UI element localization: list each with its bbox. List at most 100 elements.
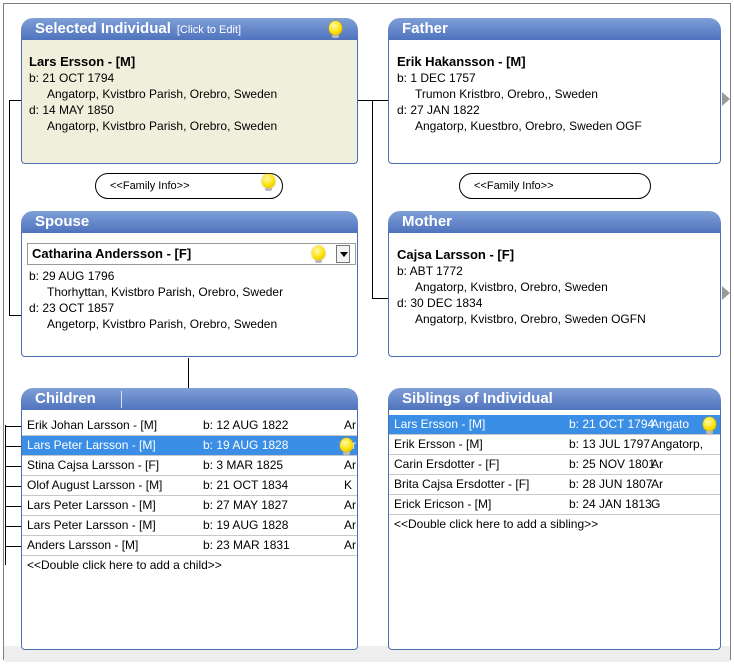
connector-line xyxy=(358,100,388,101)
connector-line xyxy=(5,526,21,527)
row-name: Stina Cajsa Larsson - [F] xyxy=(27,458,160,472)
mother-birth-place: Angatorp, Kvistbro, Orebro, Sweden xyxy=(415,280,608,294)
selected-death-place: Angatorp, Kvistbro Parish, Orebro, Swede… xyxy=(47,119,278,133)
child-row[interactable]: Stina Cajsa Larsson - [F] b: 3 MAR 1825 Ar xyxy=(22,456,357,475)
mother-name: Cajsa Larsson - [F] xyxy=(397,247,515,262)
children-list[interactable]: Erik Johan Larsson - [M] b: 12 AUG 1822 Ar… xyxy=(22,416,357,606)
sibling-row[interactable]: Erick Ericson - [M] b: 24 JAN 1813 G xyxy=(389,495,720,514)
sibling-row[interactable]: Erik Ersson - [M] b: 13 JUL 1797 Angatorp, xyxy=(389,435,720,454)
row-place: Ar xyxy=(344,498,356,512)
row-place: G xyxy=(651,497,661,511)
connector-line xyxy=(9,315,21,316)
row-name: Anders Larsson - [M] xyxy=(27,538,139,552)
row-name: Erik Johan Larsson - [M] xyxy=(27,418,158,432)
row-place: Angato xyxy=(651,417,690,431)
row-birth: b: 25 NOV 1801 xyxy=(569,457,656,471)
spouse-selector[interactable]: Catharina Andersson - [F] xyxy=(27,243,356,265)
lightbulb-icon[interactable] xyxy=(329,21,342,38)
lightbulb-icon[interactable] xyxy=(312,246,325,263)
connector-line xyxy=(5,466,21,467)
click-to-edit-link[interactable]: [Click to Edit] xyxy=(177,24,241,36)
connector-line xyxy=(5,446,21,447)
row-name: Lars Peter Larsson - [M] xyxy=(27,498,156,512)
selected-individual-header[interactable]: Selected Individual [Click to Edit] xyxy=(21,18,358,40)
add-child-row[interactable]: <<Double click here to add a child>> xyxy=(22,556,357,575)
connector-line xyxy=(9,100,10,315)
spouse-panel[interactable]: Spouse Catharina Andersson - [F] b: 29 A… xyxy=(21,211,358,357)
connector-line xyxy=(9,100,21,101)
mother-birth: b: ABT 1772 xyxy=(397,264,463,278)
row-place: Ar xyxy=(344,418,356,432)
row-name: Olof August Larsson - [M] xyxy=(27,478,163,492)
mother-panel[interactable]: Mother Cajsa Larsson - [F] b: ABT 1772 A… xyxy=(388,211,721,357)
family-info-left-button[interactable]: <<Family Info>> xyxy=(95,173,283,199)
sibling-row[interactable]: Brita Cajsa Ersdotter - [F] b: 28 JUN 180… xyxy=(389,475,720,494)
lightbulb-icon[interactable] xyxy=(262,174,275,191)
selected-name: Lars Ersson - [M] xyxy=(29,54,136,69)
father-panel[interactable]: Father Erik Hakansson - [M] b: 1 DEC 175… xyxy=(388,18,721,164)
row-birth: b: 23 MAR 1831 xyxy=(203,538,290,552)
row-birth: b: 21 OCT 1794 xyxy=(569,417,655,431)
add-sibling-row[interactable]: <<Double click here to add a sibling>> xyxy=(389,515,720,534)
siblings-list[interactable]: Lars Ersson - [M] b: 21 OCT 1794 Angato Eri… xyxy=(389,415,720,565)
row-birth: b: 3 MAR 1825 xyxy=(203,458,284,472)
selected-individual-panel[interactable]: Selected Individual [Click to Edit] Lars … xyxy=(21,18,358,164)
row-birth: b: 13 JUL 1797 xyxy=(569,437,650,451)
row-birth: b: 19 AUG 1828 xyxy=(203,438,289,452)
child-row[interactable]: Erik Johan Larsson - [M] b: 12 AUG 1822 Ar xyxy=(22,416,357,435)
row-name: Erick Ericson - [M] xyxy=(394,497,492,511)
spouse-header: Spouse xyxy=(21,211,358,233)
children-title: Children xyxy=(35,390,96,407)
spouse-birth: b: 29 AUG 1796 xyxy=(29,269,115,283)
row-name: Brita Cajsa Ersdotter - [F] xyxy=(394,477,530,491)
row-name: Lars Ersson - [M] xyxy=(394,417,486,431)
spouse-name: Catharina Andersson - [F] xyxy=(32,246,192,261)
spouse-birth-place: Thorhyttan, Kvistbro Parish, Orebro, Swe… xyxy=(47,285,284,299)
child-row[interactable]: Lars Peter Larsson - [M] b: 19 AUG 1828 Ar xyxy=(22,516,357,535)
row-name: Lars Peter Larsson - [M] xyxy=(27,518,156,532)
row-birth: b: 27 MAY 1827 xyxy=(203,498,288,512)
row-birth: b: 24 JAN 1813 xyxy=(569,497,652,511)
children-header: Children xyxy=(21,388,358,410)
children-panel[interactable]: Children Erik Johan Larsson - [M] b: 12 A… xyxy=(21,388,358,650)
child-row[interactable]: Lars Peter Larsson - [M]b: 19 AUG 1828Ar xyxy=(22,436,357,455)
sibling-row[interactable]: Lars Ersson - [M] b: 21 OCT 1794 Angato xyxy=(389,415,720,434)
row-place: Angatorp, xyxy=(651,437,704,451)
row-place: Ar xyxy=(344,518,356,532)
father-death-place: Angatorp, Kuestbro, Orebro, Sweden OGF xyxy=(415,119,642,133)
chevron-down-icon[interactable] xyxy=(336,245,350,263)
row-birth: b: 12 AUG 1822 xyxy=(203,418,289,432)
mother-expand-arrow-icon[interactable] xyxy=(722,286,730,300)
family-info-right-button[interactable]: <<Family Info>> xyxy=(459,173,651,199)
mother-title: Mother xyxy=(402,213,452,230)
sibling-row[interactable]: Carin Ersdotter - [F] b: 25 NOV 1801 Ar xyxy=(389,455,720,474)
mother-death-place: Angatorp, Kvistbro, Orebro, Sweden OGFN xyxy=(415,312,646,326)
lightbulb-icon[interactable] xyxy=(703,417,716,434)
row-birth: b: 19 AUG 1828 xyxy=(203,518,289,532)
connector-line xyxy=(188,358,189,388)
father-title: Father xyxy=(402,20,448,37)
father-expand-arrow-icon[interactable] xyxy=(722,92,730,106)
child-row[interactable]: Lars Peter Larsson - [M] b: 27 MAY 1827 Ar xyxy=(22,496,357,515)
connector-line xyxy=(5,506,21,507)
lightbulb-icon[interactable] xyxy=(340,438,353,455)
siblings-panel[interactable]: Siblings of Individual Lars Ersson - [M]… xyxy=(388,388,721,650)
father-death: d: 27 JAN 1822 xyxy=(397,103,480,117)
spouse-title: Spouse xyxy=(35,213,90,230)
child-row[interactable]: Olof August Larsson - [M] b: 21 OCT 1834 K xyxy=(22,476,357,495)
child-row[interactable]: Anders Larsson - [M] b: 23 MAR 1831 Ar xyxy=(22,536,357,555)
father-header: Father xyxy=(388,18,721,40)
add-label: <<Double click here to add a child>> xyxy=(27,558,222,572)
spouse-death: d: 23 OCT 1857 xyxy=(29,301,115,315)
selected-birth: b: 21 OCT 1794 xyxy=(29,71,115,85)
row-place: K xyxy=(344,478,353,492)
row-birth: b: 21 OCT 1834 xyxy=(203,478,289,492)
spouse-death-place: Angetorp, Kvistbro Parish, Orebro, Swede… xyxy=(47,317,278,331)
selected-death: d: 14 MAY 1850 xyxy=(29,103,114,117)
selected-individual-title: Selected Individual xyxy=(35,20,171,37)
siblings-header: Siblings of Individual xyxy=(388,388,721,410)
add-label: <<Double click here to add a sibling>> xyxy=(394,517,599,531)
row-place: Ar xyxy=(344,538,356,552)
connector-line xyxy=(372,298,388,299)
connector-line xyxy=(5,546,21,547)
